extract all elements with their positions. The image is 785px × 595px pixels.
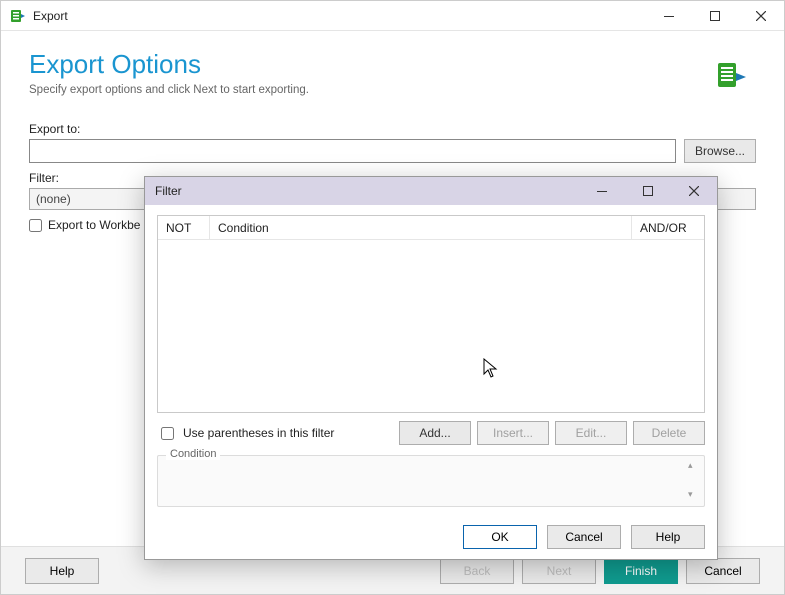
cancel-button[interactable]: Cancel xyxy=(686,558,760,584)
filter-dialog-body: NOT Condition AND/OR Use parentheses in … xyxy=(145,205,717,515)
export-titlebar: Export xyxy=(1,1,784,31)
back-button[interactable]: Back xyxy=(440,558,514,584)
dialog-close-button[interactable] xyxy=(671,177,717,205)
add-condition-button[interactable]: Add... xyxy=(399,421,471,445)
use-parentheses-checkbox[interactable] xyxy=(161,427,174,440)
page-title: Export Options xyxy=(29,49,756,80)
edit-condition-button: Edit... xyxy=(555,421,627,445)
chevron-up-icon[interactable]: ▴ xyxy=(688,460,700,471)
export-to-label: Export to: xyxy=(29,122,756,136)
filter-titlebar: Filter xyxy=(145,177,717,205)
filter-dialog: Filter NOT Condition AND/OR Use parenthe… xyxy=(144,176,718,560)
dialog-maximize-button[interactable] xyxy=(625,177,671,205)
conditions-table[interactable]: NOT Condition AND/OR xyxy=(157,215,705,413)
close-button[interactable] xyxy=(738,1,784,31)
chevron-down-icon[interactable]: ▾ xyxy=(688,489,700,500)
help-button[interactable]: Help xyxy=(25,558,99,584)
delete-condition-button: Delete xyxy=(633,421,705,445)
page-subtitle: Specify export options and click Next to… xyxy=(29,84,756,96)
dialog-help-button[interactable]: Help xyxy=(631,525,705,549)
finish-button[interactable]: Finish xyxy=(604,558,678,584)
window-title: Export xyxy=(33,9,68,23)
filter-dialog-title: Filter xyxy=(155,184,182,198)
dialog-cancel-button[interactable]: Cancel xyxy=(547,525,621,549)
dialog-minimize-button[interactable] xyxy=(579,177,625,205)
browse-button[interactable]: Browse... xyxy=(684,139,756,163)
app-icon xyxy=(9,7,27,25)
column-header-condition[interactable]: Condition xyxy=(210,216,632,239)
filter-dialog-footer: OK Cancel Help xyxy=(145,515,717,559)
minimize-button[interactable] xyxy=(646,1,692,31)
condition-groupbox: Condition ▴ ▾ xyxy=(157,455,705,507)
export-to-input[interactable] xyxy=(29,139,676,163)
export-to-workbench-checkbox[interactable] xyxy=(29,219,42,232)
insert-condition-button: Insert... xyxy=(477,421,549,445)
maximize-button[interactable] xyxy=(692,1,738,31)
condition-spin-buttons[interactable]: ▴ ▾ xyxy=(688,460,700,500)
export-header: Export Options Specify export options an… xyxy=(1,31,784,104)
conditions-header: NOT Condition AND/OR xyxy=(158,216,704,240)
column-header-not[interactable]: NOT xyxy=(158,216,210,239)
export-to-workbench-label: Export to Workbe xyxy=(48,218,140,232)
use-parentheses-label: Use parentheses in this filter xyxy=(183,426,334,440)
condition-groupbox-legend: Condition xyxy=(166,448,220,460)
column-header-andor[interactable]: AND/OR xyxy=(632,216,704,239)
export-icon xyxy=(716,59,748,91)
next-button[interactable]: Next xyxy=(522,558,596,584)
filter-tools-row: Use parentheses in this filter Add... In… xyxy=(157,421,705,445)
ok-button[interactable]: OK xyxy=(463,525,537,549)
